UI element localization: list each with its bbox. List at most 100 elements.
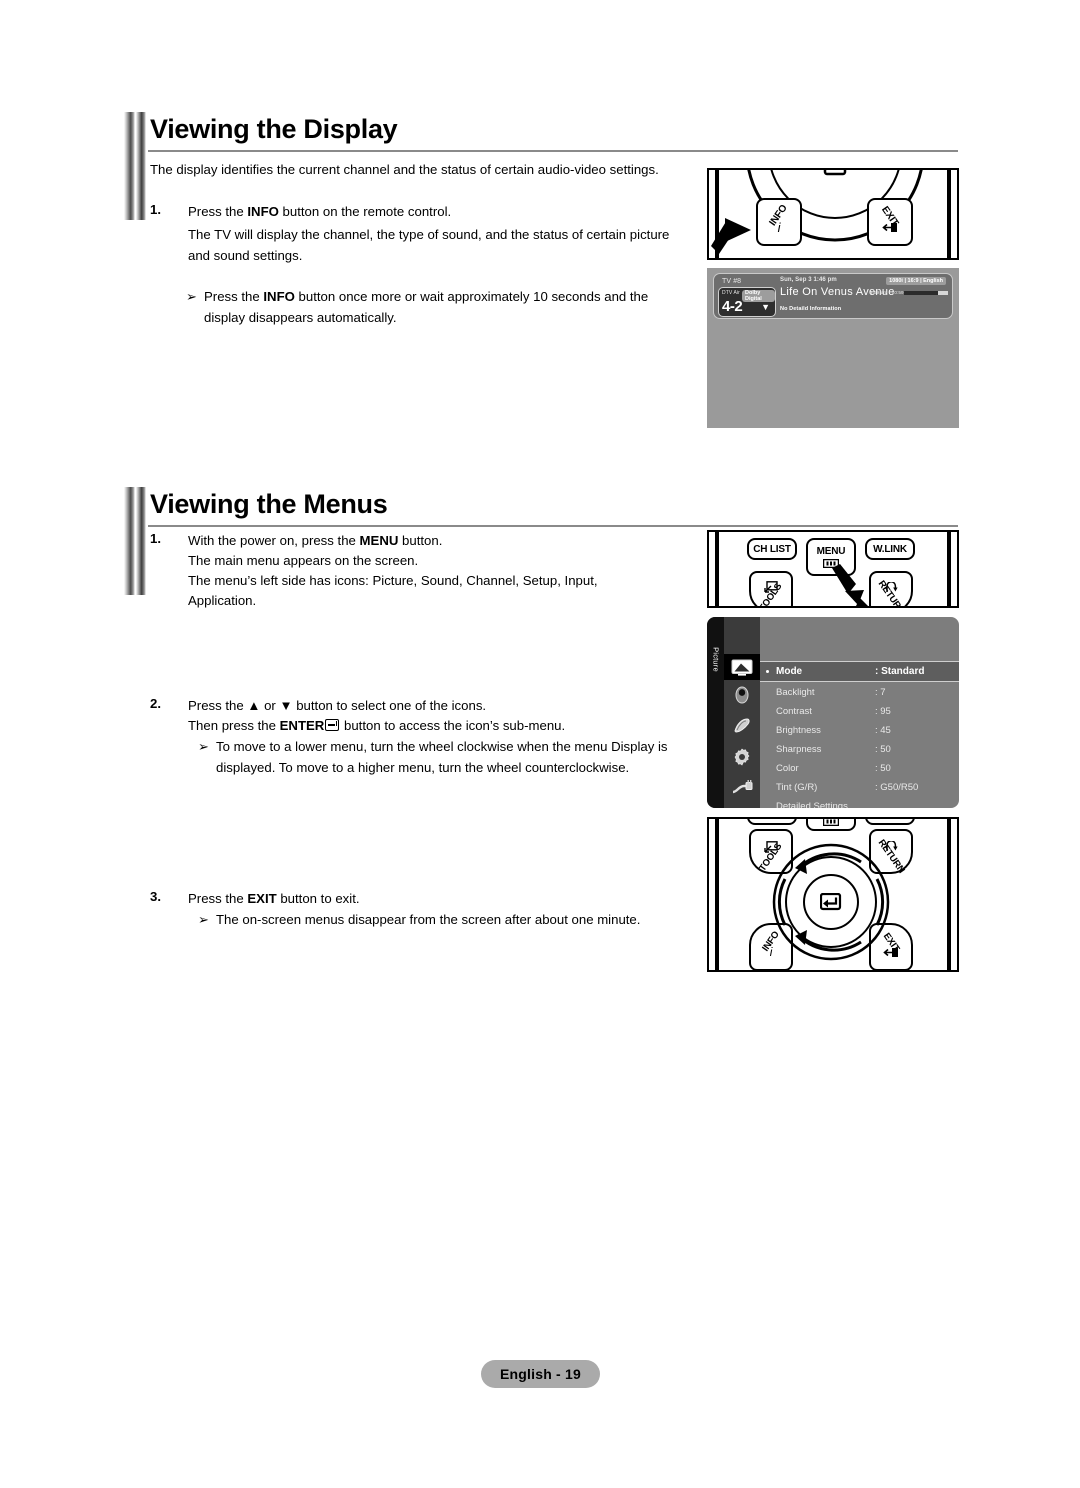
menu-row-mode[interactable]: Mode : Standard: [760, 661, 959, 682]
footer-page-indicator: English - 19: [481, 1360, 600, 1388]
footer-page-label: English - 19: [500, 1366, 581, 1382]
input-icon: [732, 780, 753, 794]
menus-step-2-line2: Then press the ENTER button to access th…: [188, 716, 565, 737]
menu-icon-channel[interactable]: [729, 716, 755, 736]
info-keyword-2: INFO: [263, 289, 295, 304]
menus-step-1-a: With the power on, press the: [188, 533, 360, 548]
menu-row-contrast[interactable]: Contrast : 95: [760, 702, 959, 721]
menu-row-label: Sharpness: [776, 744, 822, 755]
menus-step-2-c: button to access the icon’s sub-menu.: [340, 718, 566, 733]
menu-icon-picture[interactable]: [724, 654, 760, 680]
display-note-text: Press the INFO button once more or wait …: [204, 287, 682, 328]
remote-tools-label: TOOLS: [757, 581, 785, 608]
figure-remote-menu: CH LIST MENU W.LINK TOOLS RETURN: [707, 530, 959, 608]
info-banner: TV #8 Sun, Sep 3 1:46 pm 1080i | 16:9 | …: [713, 273, 953, 319]
info-keyword-1: INFO: [247, 204, 279, 219]
remote-wlink-label: W.LINK: [873, 543, 907, 555]
menu-row-label: Brightness: [776, 725, 821, 736]
display-intro-text: The display identifies the current chann…: [150, 162, 659, 177]
display-step-1-line: Press the INFO button on the remote cont…: [188, 202, 688, 223]
menu-row-value: : Standard: [875, 666, 925, 677]
menus-step-2-number: 2.: [150, 696, 161, 711]
menus-step-1-line3: The menu’s left side has icons: Picture,…: [188, 573, 598, 588]
menu-row-label: Detailed Settings: [776, 801, 848, 808]
menu-icon-sound[interactable]: [729, 685, 755, 705]
menu-row-color[interactable]: Color : 50: [760, 759, 959, 778]
info-spec-text: 1080i | 16:9 | English: [889, 278, 943, 284]
remote-exit-button[interactable]: EXIT: [867, 198, 913, 246]
remote-wlink-button[interactable]: W.LINK: [865, 538, 915, 560]
section-display-rule: [148, 150, 958, 152]
menu-row-backlight[interactable]: Backlight : 7: [760, 683, 959, 702]
figure-info-display-screen: TV #8 Sun, Sep 3 1:46 pm 1080i | 16:9 | …: [707, 268, 959, 428]
display-step-1-a: Press the: [188, 204, 248, 219]
info-audio-tag: Dolby Digital: [742, 290, 775, 302]
display-step-1-number: 1.: [150, 202, 161, 217]
channel-down-icon: ▼: [761, 302, 770, 312]
menu-row-tint[interactable]: Tint (G/R) : G50/R50: [760, 778, 959, 797]
menu-icon-setup[interactable]: [729, 747, 755, 767]
figure-remote-wheel: TOOLS RETURN INFO i EXIT: [707, 817, 959, 972]
channel-icon: [734, 718, 750, 733]
menu-row-label: Backlight: [776, 687, 815, 698]
enter-icon: [820, 893, 842, 911]
menus-step-3-number: 3.: [150, 889, 161, 904]
menus-step-2-note: To move to a lower menu, turn the wheel …: [216, 739, 668, 775]
remote-rail-right-2: [947, 532, 951, 606]
menu-icon-column: [724, 617, 760, 808]
remote-tools-button[interactable]: TOOLS: [749, 571, 793, 608]
menus-step-2-note-arrow: ➢: [198, 739, 209, 754]
menu-tab-label-picture: Picture: [711, 647, 721, 672]
section-menus-rule: [148, 525, 958, 527]
menus-step-3-note-arrow: ➢: [198, 912, 209, 927]
pointer-arrow-info: [711, 218, 751, 254]
menu-row-value: : 50: [875, 744, 891, 755]
menu-row-brightness[interactable]: Brightness : 45: [760, 721, 959, 740]
info-progress-bar: [904, 291, 948, 295]
menu-row-label: Contrast: [776, 706, 812, 717]
info-spec-badge: 1080i | 16:9 | English: [886, 277, 946, 285]
menu-row-detailed-settings[interactable]: Detailed Settings: [760, 797, 959, 808]
remote-ch-list-label: CH LIST: [753, 543, 791, 555]
menu-row-label: Tint (G/R): [776, 782, 818, 793]
section-display-heading: Viewing the Display: [150, 114, 398, 144]
menus-step-3-line: Press the EXIT button to exit.: [188, 889, 360, 910]
info-channel-number: 4-2: [722, 298, 743, 315]
menus-step-1-c: button.: [398, 533, 443, 548]
sound-icon: [735, 686, 749, 704]
menu-keyword: MENU: [359, 533, 399, 548]
pointer-arrow-menu: [832, 564, 868, 606]
menus-step-3-c: button to exit.: [276, 891, 360, 906]
page-title-display: Viewing the Display: [150, 114, 398, 144]
enter-keyword: ENTER: [279, 718, 325, 733]
exit-keyword: EXIT: [247, 891, 277, 906]
menus-step-1-number: 1.: [150, 531, 161, 546]
menu-row-value: : 50: [875, 763, 891, 774]
remote-menu-label: MENU: [816, 546, 846, 557]
menu-row-sharpness[interactable]: Sharpness : 50: [760, 740, 959, 759]
menu-row-bullet: [766, 670, 769, 673]
menus-step-1-line4: Application.: [188, 593, 257, 608]
menus-step-3-note: The on-screen menus disappear from the s…: [216, 912, 641, 927]
menus-step-2-line1: Press the ▲ or ▼ button to select one of…: [188, 698, 487, 713]
remote-enter-button[interactable]: [804, 875, 858, 929]
page-title-menus: Viewing the Menus: [150, 489, 388, 519]
menu-row-value: : 95: [875, 706, 891, 717]
info-mode-tag: DTV Air: [722, 290, 740, 296]
info-progress-fill: [938, 291, 948, 295]
menu-row-value: : 7: [875, 687, 886, 698]
menu-rows: Mode : Standard Backlight : 7 Contrast :…: [760, 617, 959, 808]
figure-picture-menu: Picture Mode: Standard Backlight: 7 Co…: [707, 617, 959, 808]
enter-glyph-icon: [325, 719, 340, 731]
remote-rail-left-2: [715, 532, 719, 606]
menus-step-2-a: Then press the: [188, 718, 280, 733]
display-step-1-c: button on the remote control.: [278, 204, 452, 219]
section-accent-bar-display: [124, 112, 146, 220]
display-note-a: Press the: [204, 289, 264, 304]
remote-ch-list-button[interactable]: CH LIST: [747, 538, 797, 560]
menus-step-1-line2: The main menu appears on the screen.: [188, 553, 419, 568]
menu-icon-input[interactable]: [729, 778, 755, 798]
picture-icon: [731, 659, 753, 676]
info-datetime: Sun, Sep 3 1:46 pm: [780, 277, 837, 283]
gear-icon: [734, 748, 750, 766]
